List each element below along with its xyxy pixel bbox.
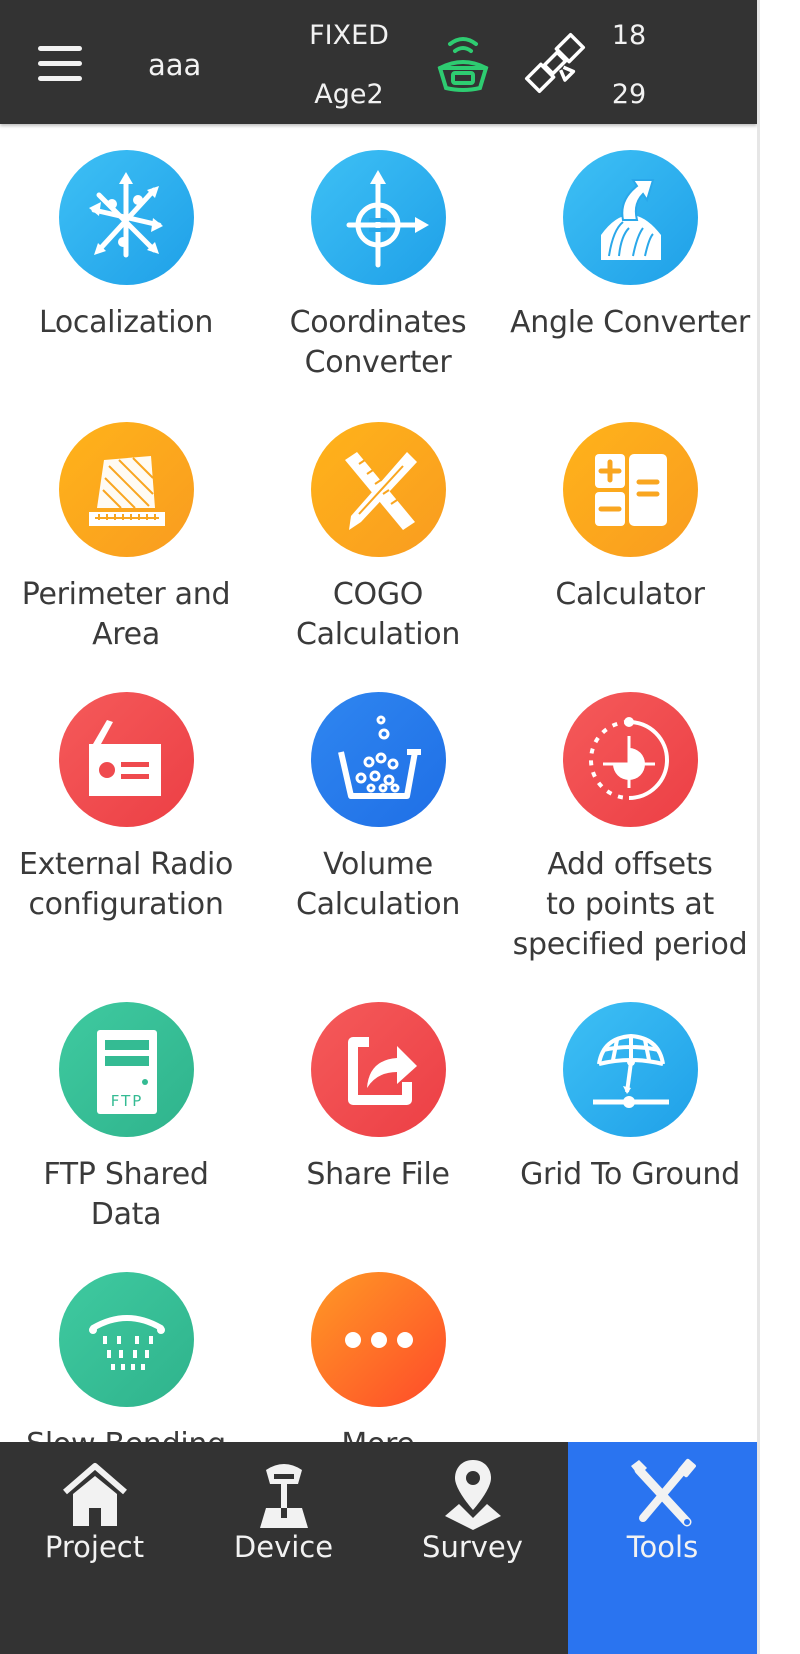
home-icon <box>62 1463 127 1526</box>
satellites-used: 18 <box>611 20 647 51</box>
tool-localization[interactable]: Localization <box>0 150 252 343</box>
tool-label: Perimeter and Area <box>21 577 231 652</box>
tool-label: FTP Shared Data <box>43 1157 209 1232</box>
more-dots-icon <box>310 1272 446 1407</box>
ftp-server-icon: FTP <box>58 1002 194 1137</box>
tool-share-file[interactable]: Share File <box>252 1002 504 1195</box>
tools-screen: aaa FIXED Age2 18 29 Localization Coordin… <box>0 0 760 1654</box>
nav-tab-project[interactable]: Project <box>0 1442 189 1654</box>
tool-external-radio-configuration[interactable]: External Radio configuration <box>0 692 252 925</box>
status-header: aaa FIXED Age2 18 29 <box>0 0 757 124</box>
tool-cogo-calculation[interactable]: COGO Calculation <box>252 422 504 655</box>
localization-icon <box>58 150 194 285</box>
differential-age: Age2 <box>314 79 384 110</box>
tool-more[interactable]: More <box>252 1272 504 1465</box>
nav-tab-device[interactable]: Device <box>189 1442 378 1654</box>
angle-converter-icon <box>562 150 698 285</box>
offset-target-icon <box>562 692 698 827</box>
tool-grid-to-ground[interactable]: Grid To Ground <box>504 1002 756 1195</box>
nav-label: Survey <box>422 1530 523 1564</box>
bottom-navigation: Project Device Survey Tools <box>0 1442 757 1654</box>
tool-add-offsets-to-points-at-specified-period[interactable]: Add offsets to points at specified perio… <box>504 692 756 965</box>
satellite-icon[interactable] <box>522 30 588 96</box>
tool-slow-bending[interactable]: Slow Bending <box>0 1272 252 1465</box>
volume-container-icon <box>310 692 446 827</box>
hamburger-menu-icon[interactable] <box>34 40 86 88</box>
tool-perimeter-and-area[interactable]: Perimeter and Area <box>0 422 252 655</box>
tool-label: COGO Calculation <box>295 577 461 652</box>
calculator-icon <box>562 422 698 557</box>
slow-bending-icon <box>58 1272 194 1407</box>
tool-label: Calculator <box>555 577 705 612</box>
tool-label: Share File <box>306 1157 450 1192</box>
radio-icon <box>58 692 194 827</box>
map-pin-icon <box>444 1460 501 1530</box>
fix-status: FIXED <box>309 20 389 51</box>
perimeter-area-icon <box>58 422 194 557</box>
tool-calculator[interactable]: Calculator <box>504 422 756 615</box>
coordinates-converter-icon <box>310 150 446 285</box>
tool-label: Angle Converter <box>510 305 750 340</box>
tools-wrench-screwdriver-icon <box>630 1458 696 1527</box>
gnss-receiver-signal-icon[interactable] <box>428 34 498 96</box>
tool-label: External Radio configuration <box>18 847 234 922</box>
tool-angle-converter[interactable]: Angle Converter <box>504 150 756 343</box>
tool-label: Add offsets to points at specified perio… <box>512 847 748 962</box>
svg-text:FTP: FTP <box>110 1092 143 1110</box>
nav-tab-tools[interactable]: Tools <box>568 1442 757 1654</box>
tool-label: Localization <box>38 305 214 340</box>
tool-ftp-shared-data[interactable]: FTP FTP Shared Data <box>0 1002 252 1235</box>
tool-volume-calculation[interactable]: Volume Calculation <box>252 692 504 925</box>
nav-label: Project <box>44 1530 145 1564</box>
cogo-ruler-pencil-icon <box>310 422 446 557</box>
grid-to-ground-icon <box>562 1002 698 1137</box>
share-file-icon <box>310 1002 446 1137</box>
project-name: aaa <box>148 48 202 82</box>
satellites-tracked: 29 <box>611 79 647 110</box>
tool-label: Volume Calculation <box>295 847 461 922</box>
tool-label: Coordinates Converter <box>289 305 467 380</box>
nav-label: Tools <box>626 1530 699 1564</box>
nav-label: Device <box>233 1530 334 1564</box>
tool-coordinates-converter[interactable]: Coordinates Converter <box>252 150 504 383</box>
gnss-device-icon <box>259 1464 308 1528</box>
tool-label: Grid To Ground <box>520 1157 740 1192</box>
nav-tab-survey[interactable]: Survey <box>378 1442 567 1654</box>
